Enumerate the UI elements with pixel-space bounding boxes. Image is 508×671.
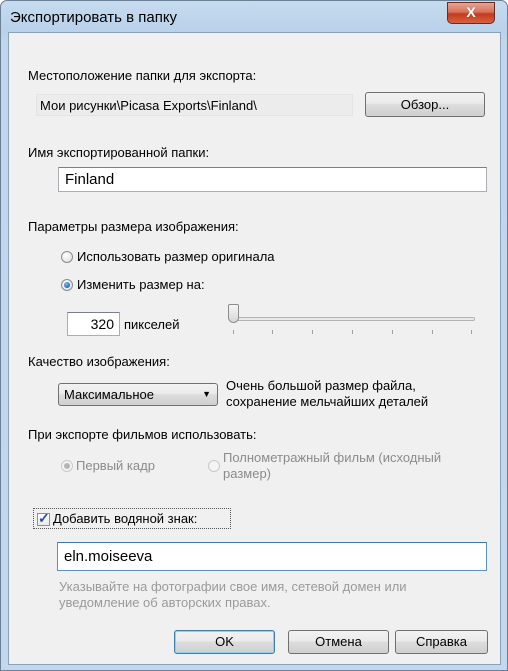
watermark-hint-line1: Указывайте на фотографии свое имя, сетев…	[59, 579, 407, 594]
cancel-button[interactable]: Отмена	[288, 630, 389, 654]
radio-resize-label[interactable]: Изменить размер на:	[77, 277, 205, 292]
watermark-input[interactable]: eln.moiseeva	[57, 542, 487, 571]
window-title: Экспортировать в папку	[10, 9, 178, 26]
movies-label: При экспорте фильмов использовать:	[28, 427, 257, 442]
radio-full-movie[interactable]	[208, 460, 220, 472]
slider-tick	[233, 330, 234, 334]
help-button[interactable]: Справка	[395, 630, 488, 654]
pixels-unit-label: пикселей	[124, 317, 180, 332]
slider-tick	[432, 330, 433, 334]
radio-resize[interactable]	[61, 279, 73, 291]
pixel-size-input[interactable]: 320	[67, 312, 120, 336]
radio-first-frame-label[interactable]: Первый кадр	[76, 458, 155, 473]
chevron-down-icon: ▼	[202, 389, 211, 399]
slider-tick	[272, 330, 273, 334]
radio-full-movie-label-line1[interactable]: Полнометражный фильм (исходный	[223, 450, 441, 465]
slider-tick	[312, 330, 313, 334]
size-slider-track[interactable]	[233, 317, 475, 321]
checkmark-icon: ✓	[38, 510, 50, 526]
export-dialog-window: Экспортировать в папку X Местоположение …	[0, 0, 508, 671]
radio-full-movie-label-line2[interactable]: размер)	[223, 466, 271, 481]
browse-button[interactable]: Обзор...	[365, 92, 485, 117]
folder-name-label: Имя экспортированной папки:	[28, 145, 210, 160]
watermark-hint-line2: уведомление об авторских правах.	[59, 595, 271, 610]
dialog-body: Местоположение папки для экспорта: Мои р…	[8, 32, 501, 665]
close-button[interactable]: X	[447, 2, 495, 24]
radio-original-size-label[interactable]: Использовать размер оригинала	[77, 249, 275, 264]
folder-name-input[interactable]: Finland	[58, 167, 487, 192]
slider-tick	[392, 330, 393, 334]
location-label: Местоположение папки для экспорта:	[28, 68, 257, 83]
watermark-checkbox-label[interactable]: Добавить водяной знак:	[53, 511, 197, 526]
quality-dropdown[interactable]: Максимальное ▼	[58, 383, 218, 406]
title-bar[interactable]: Экспортировать в папку X	[1, 1, 507, 35]
slider-tick	[471, 330, 472, 334]
radio-first-frame[interactable]	[61, 460, 73, 472]
quality-selected-value: Максимальное	[64, 387, 154, 402]
size-slider-thumb[interactable]	[228, 304, 239, 323]
radio-original-size[interactable]	[61, 251, 73, 263]
export-path-display: Мои рисунки\Picasa Exports\Finland\	[36, 94, 353, 116]
ok-button[interactable]: OK	[174, 630, 275, 654]
size-options-label: Параметры размера изображения:	[28, 219, 239, 234]
quality-description-line1: Очень большой размер файла,	[226, 378, 416, 393]
watermark-checkbox[interactable]: ✓	[37, 510, 50, 526]
close-icon: X	[466, 4, 476, 20]
quality-label: Качество изображения:	[28, 354, 170, 369]
quality-description-line2: сохранение мельчайших деталей	[226, 394, 429, 409]
slider-tick	[352, 330, 353, 334]
